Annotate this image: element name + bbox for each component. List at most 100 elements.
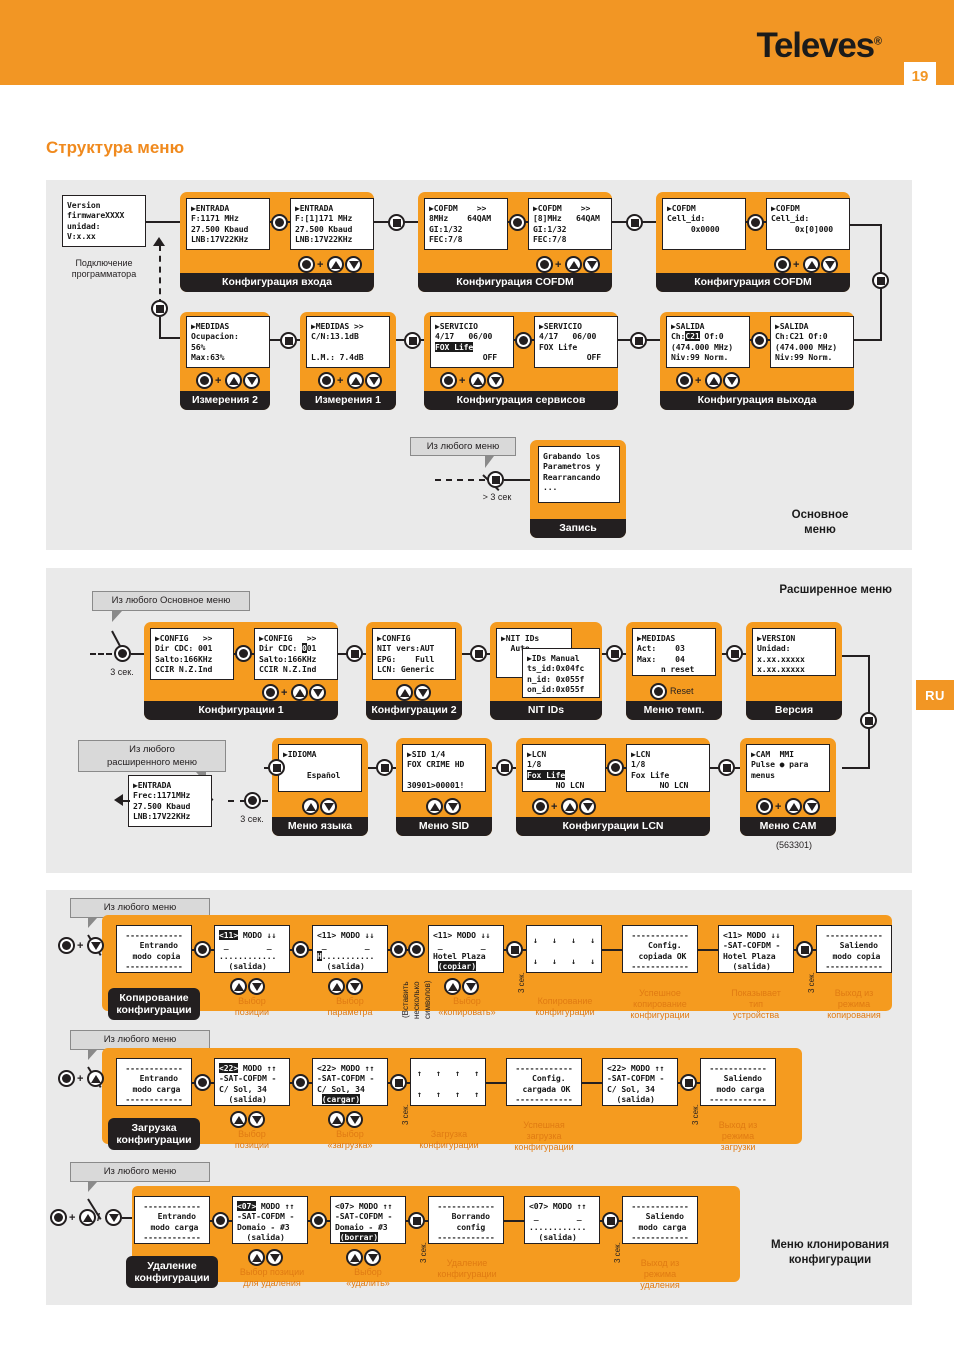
button-dot-cam[interactable] [756, 798, 773, 815]
button-dot-cfg-edit[interactable] [262, 684, 279, 701]
button-up-delete-combo[interactable] [79, 1209, 96, 1226]
button-dot-copy-combo[interactable] [58, 937, 75, 954]
button-down-m2[interactable] [243, 372, 260, 389]
button-square-s[interactable] [404, 332, 421, 349]
button-down-copy-3[interactable] [462, 978, 479, 995]
button-up-load-2[interactable] [328, 1111, 345, 1128]
button-dot-enter-1[interactable] [271, 214, 288, 231]
button-dot-lcn[interactable] [607, 759, 624, 776]
button-square-delete-exit[interactable] [602, 1212, 619, 1229]
button-square-temp[interactable] [606, 645, 623, 662]
button-square-m[interactable] [280, 332, 297, 349]
screen-load-enter: ------------ Entrando modo carga -------… [116, 1058, 192, 1106]
button-down-serv[interactable] [487, 372, 504, 389]
button-up-cam[interactable] [785, 798, 802, 815]
button-dot-copy-3[interactable] [390, 941, 407, 958]
button-down-1[interactable] [345, 256, 362, 273]
button-square-lang[interactable] [268, 759, 285, 776]
button-dot-m2[interactable] [196, 372, 213, 389]
button-down-3[interactable] [821, 256, 838, 273]
button-dot-edit-1[interactable] [298, 256, 315, 273]
button-dot-enter-3[interactable] [747, 214, 764, 231]
button-dot-copy-2[interactable] [292, 941, 309, 958]
button-down-lcn[interactable] [579, 798, 596, 815]
button-down-sid[interactable] [444, 798, 461, 815]
button-down-delete-combo[interactable] [105, 1209, 122, 1226]
button-dot-salida-edit[interactable] [676, 372, 693, 389]
button-up-sid[interactable] [426, 798, 443, 815]
button-down-delete-1[interactable] [266, 1249, 283, 1266]
button-dot-copy-1[interactable] [194, 941, 211, 958]
button-dot-delete-1[interactable] [212, 1212, 229, 1229]
button-up-load-1[interactable] [230, 1111, 247, 1128]
button-dot-edit-3[interactable] [774, 256, 791, 273]
button-dot-copy-4[interactable] [408, 941, 425, 958]
button-up-copy-3[interactable] [444, 978, 461, 995]
button-square-version[interactable] [726, 645, 743, 662]
button-dot-reset[interactable] [650, 683, 667, 700]
button-square-load-run[interactable] [390, 1074, 407, 1091]
button-dot-salida[interactable] [751, 332, 768, 349]
button-down-salida[interactable] [723, 372, 740, 389]
button-dot-serv-edit[interactable] [440, 372, 457, 389]
button-square-next-2[interactable] [626, 214, 643, 231]
button-square-cfg2[interactable] [346, 645, 363, 662]
button-dot-lcn-edit[interactable] [532, 798, 549, 815]
button-dot-load-2[interactable] [292, 1074, 309, 1091]
button-up-cfg2[interactable] [396, 684, 413, 701]
button-down-copy-2[interactable] [346, 978, 363, 995]
button-square-next-1[interactable] [388, 214, 405, 231]
button-up-copy-1[interactable] [230, 978, 247, 995]
button-up-salida[interactable] [705, 372, 722, 389]
button-square-delete-run[interactable] [408, 1212, 425, 1229]
button-dot-delete-2[interactable] [310, 1212, 327, 1229]
button-dot-load-combo[interactable] [58, 1070, 75, 1087]
button-down-m1[interactable] [365, 372, 382, 389]
button-down-2[interactable] [583, 256, 600, 273]
button-square-sid[interactable] [376, 759, 393, 776]
button-down-delete-2[interactable] [364, 1249, 381, 1266]
button-up-delete-2[interactable] [346, 1249, 363, 1266]
button-dot-m1[interactable] [318, 372, 335, 389]
button-dot-ext-return[interactable] [244, 792, 261, 809]
button-down-cfg2[interactable] [414, 684, 431, 701]
button-down-cfg[interactable] [309, 684, 326, 701]
screen-copy-pos: <11> MODO ↓↓ _ _ ............ (salida) [214, 925, 290, 973]
button-up-m2[interactable] [225, 372, 242, 389]
button-dot-enter-2[interactable] [509, 214, 526, 231]
button-down-copy-1[interactable] [248, 978, 265, 995]
button-up-serv[interactable] [469, 372, 486, 389]
button-down-load-2[interactable] [346, 1111, 363, 1128]
button-up-lcn[interactable] [561, 798, 578, 815]
button-dot-edit-2[interactable] [536, 256, 553, 273]
button-up-3[interactable] [803, 256, 820, 273]
button-square-copy-run[interactable] [506, 941, 523, 958]
button-dot-delete-combo[interactable] [50, 1209, 67, 1226]
button-dot-cfg[interactable] [235, 645, 252, 662]
button-down-load-1[interactable] [248, 1111, 265, 1128]
button-up-m1[interactable] [347, 372, 364, 389]
button-square-load-exit[interactable] [680, 1074, 697, 1091]
button-square-copy-exit[interactable] [796, 941, 813, 958]
button-up-copy-2[interactable] [328, 978, 345, 995]
button-square-wrap-ext[interactable] [860, 712, 877, 729]
button-down-copy-combo[interactable] [87, 937, 104, 954]
button-up-1[interactable] [327, 256, 344, 273]
button-dot-ext-enter[interactable] [114, 645, 131, 662]
button-square-return[interactable] [151, 300, 168, 317]
button-down-cam[interactable] [803, 798, 820, 815]
button-square-nit[interactable] [470, 645, 487, 662]
button-up-lang[interactable] [302, 798, 319, 815]
button-square-record[interactable] [487, 471, 504, 488]
button-square-lcn[interactable] [496, 759, 513, 776]
button-square-out[interactable] [630, 332, 647, 349]
button-dot-serv[interactable] [515, 332, 532, 349]
button-up-2[interactable] [565, 256, 582, 273]
button-dot-load-1[interactable] [194, 1074, 211, 1091]
button-up-cfg[interactable] [291, 684, 308, 701]
button-down-lang[interactable] [320, 798, 337, 815]
button-up-load-combo[interactable] [87, 1070, 104, 1087]
button-square-cam[interactable] [718, 759, 735, 776]
button-up-delete-1[interactable] [248, 1249, 265, 1266]
button-square-wrap[interactable] [872, 272, 889, 289]
